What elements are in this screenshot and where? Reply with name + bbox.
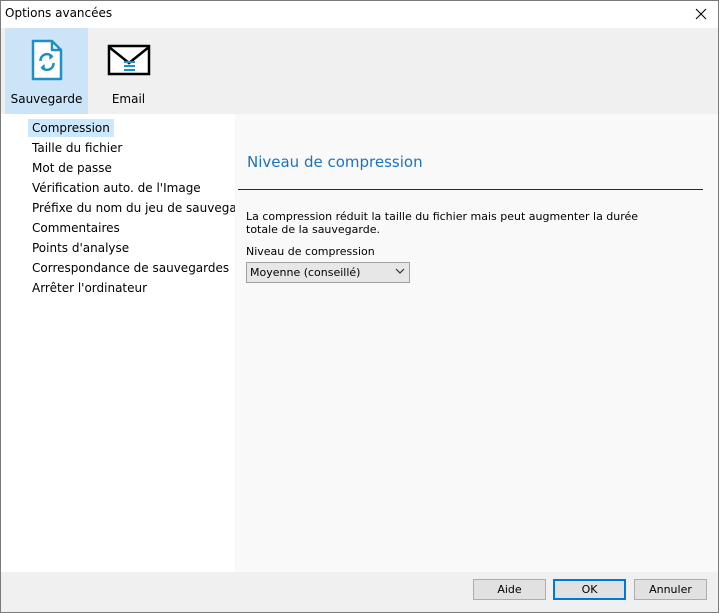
options-sidebar: Compression Taille du fichier Mot de pas…: [1, 114, 256, 572]
toolbar-item-sauvegarde[interactable]: Sauvegarde: [5, 28, 88, 114]
backup-file-icon: [30, 36, 64, 84]
advanced-options-window: Options avancées Sauvegarde Email Compre…: [0, 0, 719, 613]
sidebar-item-backup-set-prefix[interactable]: Préfixe du nom du jeu de sauvegarde: [28, 199, 260, 217]
dialog-footer: Aide OK Annuler: [1, 572, 718, 612]
section-description: La compression réduit la taille du fichi…: [246, 210, 639, 236]
sidebar-item-compression[interactable]: Compression: [28, 119, 114, 137]
compression-level-label: Niveau de compression: [246, 245, 375, 258]
ok-button[interactable]: OK: [553, 579, 626, 600]
toolbar-item-email[interactable]: Email: [88, 28, 169, 114]
close-icon: [695, 8, 707, 20]
sidebar-item-file-size[interactable]: Taille du fichier: [28, 139, 126, 157]
section-title: Niveau de compression: [247, 153, 423, 171]
chevron-down-icon: [395, 268, 405, 274]
toolbar-item-label: Email: [111, 92, 146, 106]
close-button[interactable]: [684, 1, 718, 27]
category-toolbar: Sauvegarde Email: [1, 28, 718, 114]
compression-level-value: Moyenne (conseillé): [250, 266, 361, 279]
window-title: Options avancées: [5, 6, 113, 20]
sidebar-item-image-verification[interactable]: Vérification auto. de l'Image: [28, 179, 205, 197]
options-content-panel: Niveau de compression La compression réd…: [235, 114, 718, 572]
compression-level-select[interactable]: Moyenne (conseillé): [246, 262, 410, 283]
envelope-icon: [107, 36, 151, 84]
section-divider: [238, 189, 703, 190]
help-button[interactable]: Aide: [473, 579, 546, 600]
sidebar-item-analysis-points[interactable]: Points d'analyse: [28, 239, 133, 257]
toolbar-item-label: Sauvegarde: [10, 92, 83, 106]
sidebar-item-shutdown[interactable]: Arrêter l'ordinateur: [28, 279, 151, 297]
title-bar: Options avancées: [1, 1, 718, 27]
sidebar-item-comments[interactable]: Commentaires: [28, 219, 124, 237]
cancel-button[interactable]: Annuler: [634, 579, 707, 600]
sidebar-item-password[interactable]: Mot de passe: [28, 159, 116, 177]
sidebar-item-backup-matching[interactable]: Correspondance de sauvegardes: [28, 259, 233, 277]
